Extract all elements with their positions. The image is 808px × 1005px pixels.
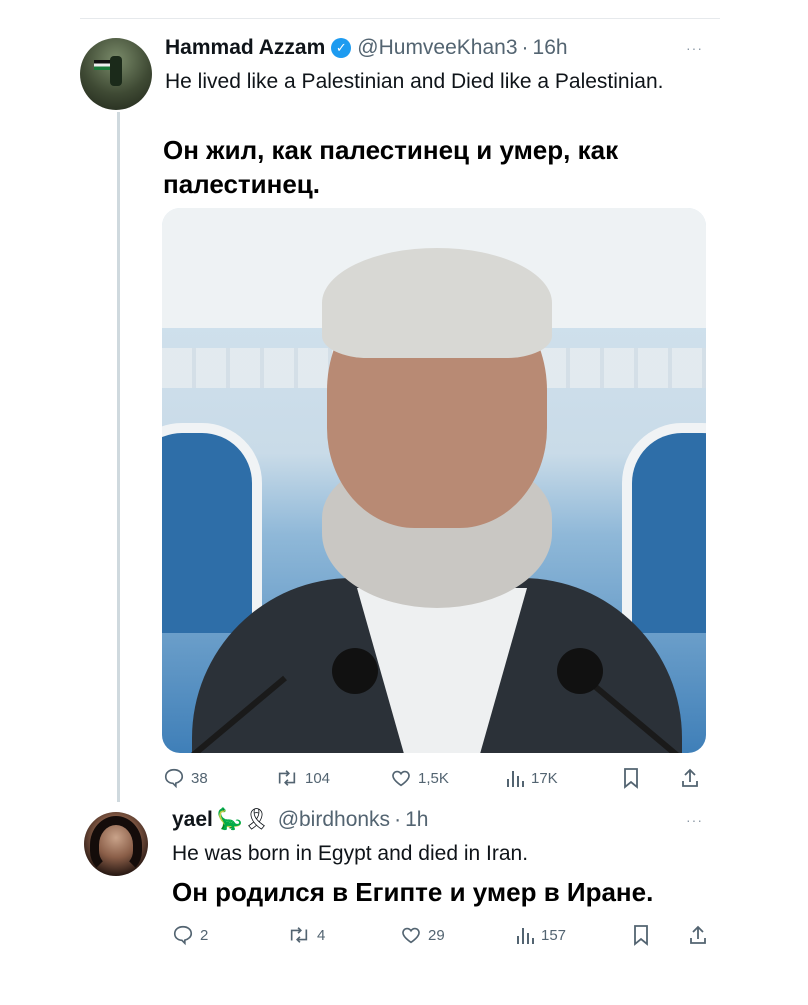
reply-icon — [164, 768, 184, 789]
share-icon — [682, 768, 698, 787]
retweet-button[interactable]: 4 — [287, 924, 325, 946]
avatar[interactable] — [80, 38, 152, 110]
share-button[interactable] — [680, 767, 700, 789]
tweet-text: He was born in Egypt and died in Iran. — [172, 842, 529, 865]
more-options-icon[interactable]: ··· — [686, 40, 703, 56]
separator-dot: · — [521, 36, 529, 59]
views-icon — [507, 771, 524, 787]
tweet-photo[interactable] — [162, 208, 706, 753]
more-options-icon[interactable]: ··· — [686, 812, 703, 828]
view-count: 157 — [541, 926, 567, 944]
bookmark-icon — [624, 768, 638, 789]
view-count: 17K — [531, 769, 558, 787]
author-handle[interactable]: @birdhonks — [278, 808, 390, 832]
retweet-icon — [290, 927, 308, 943]
reply-button[interactable]: 2 — [172, 924, 208, 946]
reply-count: 38 — [191, 769, 208, 787]
like-button[interactable]: 1,5K — [390, 767, 449, 789]
thread-connector-line — [117, 112, 120, 802]
timestamp[interactable]: 16h — [533, 36, 568, 60]
translation-caption: Он родился в Египте и умер в Иране. — [172, 877, 654, 907]
dinosaur-ribbon-emoji-icon: 🦕🎗 — [216, 808, 270, 831]
translation-caption: Он жил, как палестинец и умер, как палес… — [163, 135, 619, 199]
tweet-header: yael 🦕🎗 @birdhonks · 1h — [172, 808, 428, 832]
microphone-icon — [557, 648, 603, 694]
verified-badge-icon: ✓ — [331, 38, 352, 58]
tweet-text: He lived like a Palestinian and Died lik… — [165, 70, 664, 93]
bookmark-button[interactable] — [632, 924, 650, 946]
timestamp[interactable]: 1h — [405, 808, 428, 832]
tweet-header: Hammad Azzam ✓ @HumveeKhan3 · 16h — [165, 36, 568, 60]
retweet-count: 4 — [317, 926, 326, 944]
like-button[interactable]: 29 — [400, 924, 445, 946]
author-handle[interactable]: @HumveeKhan3 — [357, 36, 517, 60]
reply-count: 2 — [200, 926, 209, 944]
share-icon — [690, 925, 706, 944]
views-button[interactable]: 157 — [515, 924, 566, 946]
views-button[interactable]: 17K — [505, 767, 558, 789]
retweet-count: 104 — [305, 769, 331, 787]
reply-button[interactable]: 38 — [163, 767, 208, 789]
like-count: 29 — [428, 926, 445, 944]
flag-icon — [94, 60, 110, 70]
like-count: 1,5K — [418, 769, 449, 787]
author-name[interactable]: yael — [172, 808, 213, 832]
views-icon — [517, 928, 534, 944]
top-divider — [80, 18, 720, 19]
separator-dot: · — [394, 808, 402, 831]
reply-icon — [173, 925, 193, 946]
bookmark-button[interactable] — [622, 767, 640, 789]
avatar[interactable] — [84, 812, 148, 876]
retweet-button[interactable]: 104 — [275, 767, 330, 789]
like-icon — [402, 927, 420, 944]
microphone-icon — [332, 648, 378, 694]
bookmark-icon — [634, 925, 648, 946]
retweet-icon — [278, 770, 296, 786]
share-button[interactable] — [688, 924, 708, 946]
like-icon — [392, 770, 410, 787]
author-name[interactable]: Hammad Azzam — [165, 36, 325, 60]
